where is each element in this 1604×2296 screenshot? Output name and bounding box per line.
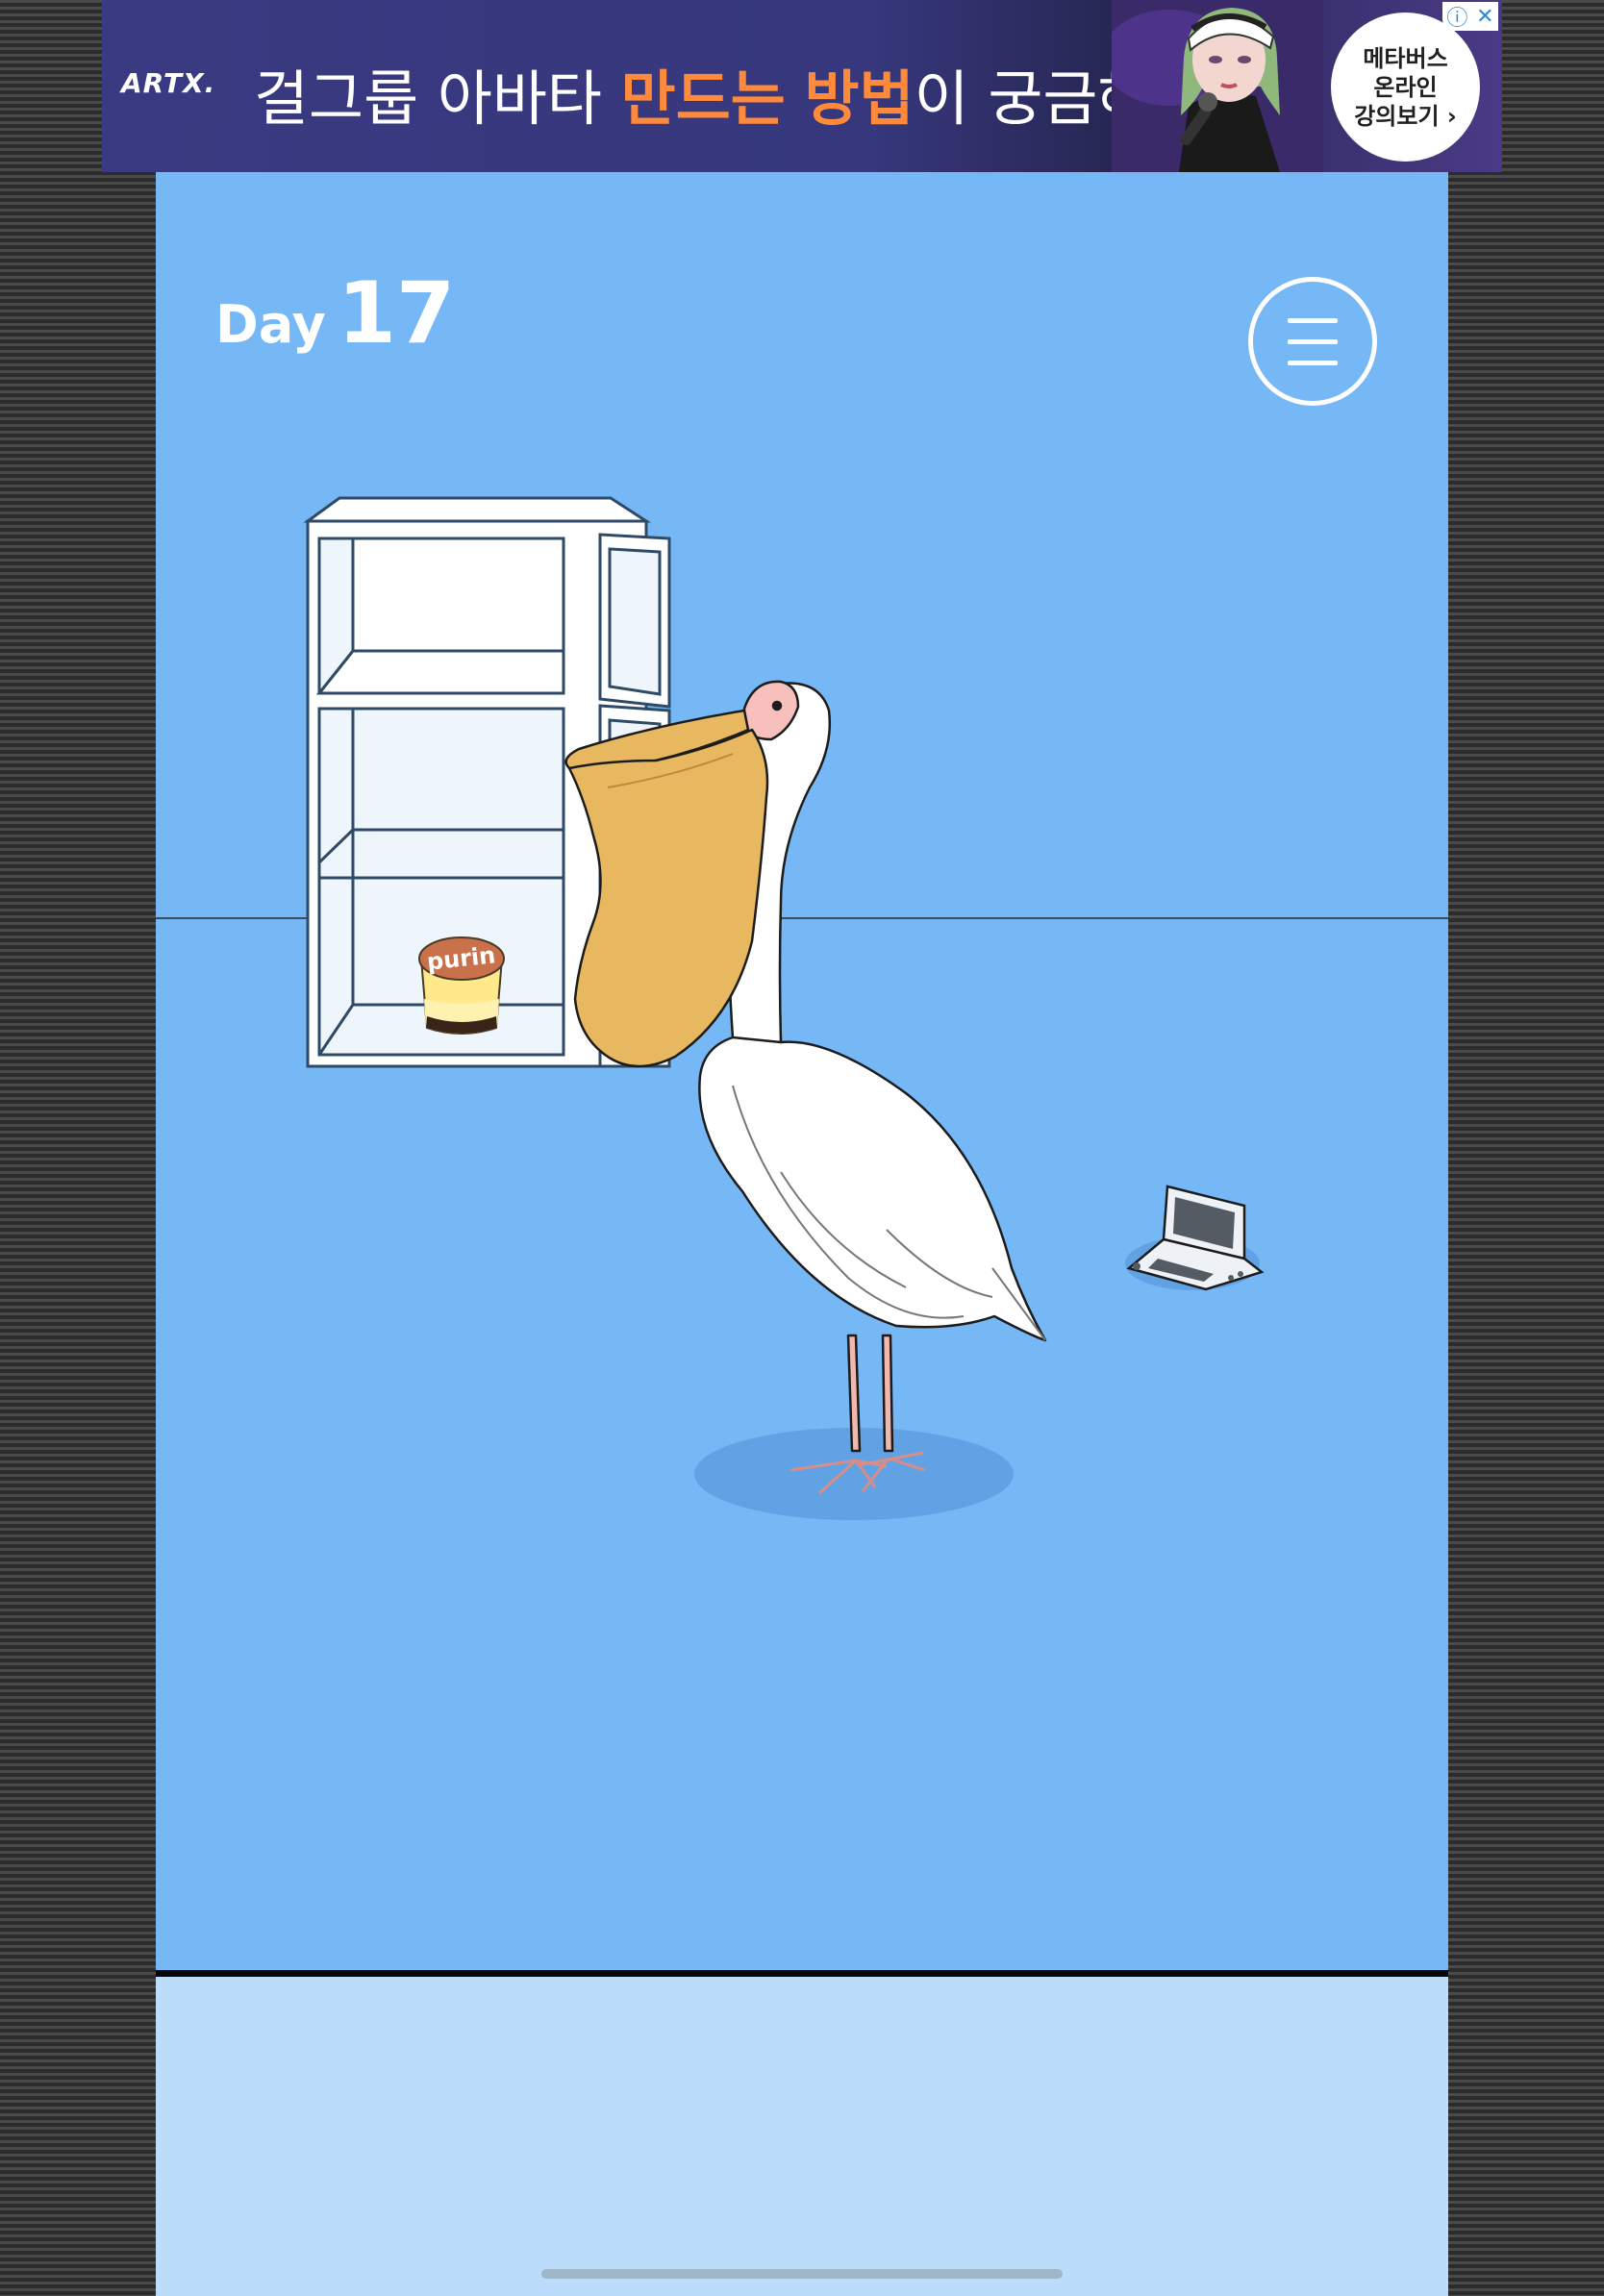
home-indicator[interactable] bbox=[541, 2269, 1063, 2279]
ad-cta-line-1: 메타버스 bbox=[1363, 44, 1448, 72]
hamburger-line-middle bbox=[1288, 339, 1338, 344]
ad-headline-highlight-2: 방법 bbox=[804, 63, 915, 134]
ad-singer-illustration bbox=[1112, 0, 1323, 172]
ad-choices[interactable]: ⓘ ✕ bbox=[1442, 2, 1498, 31]
day-word: Day bbox=[215, 294, 326, 355]
pelican[interactable] bbox=[564, 680, 1047, 1495]
handheld-game-console[interactable] bbox=[1125, 1185, 1265, 1291]
ad-headline-space bbox=[786, 63, 805, 134]
scene-illustration: purin bbox=[303, 496, 1265, 1520]
purin-pudding[interactable]: purin bbox=[418, 936, 505, 1035]
ad-cta-button[interactable]: 메타버스 온라인 강의보기 › bbox=[1331, 12, 1480, 162]
info-icon[interactable]: ⓘ bbox=[1446, 1, 1467, 32]
game-scene[interactable]: purin Day 17 bbox=[156, 172, 1448, 1970]
bottom-panel bbox=[156, 1977, 1448, 2296]
scene-bottom-divider bbox=[156, 1970, 1448, 1977]
ad-brand-logo: ARTX. bbox=[121, 67, 216, 99]
ad-banner[interactable]: ARTX. 걸그룹 아바타 만드는 방법이 궁금해? 메타버스 온라인 강의보기… bbox=[102, 0, 1502, 172]
menu-button[interactable] bbox=[1248, 277, 1377, 406]
day-counter: Day 17 bbox=[215, 263, 455, 362]
ad-headline-prefix: 걸그룹 아바타 bbox=[254, 63, 621, 134]
day-number: 17 bbox=[337, 263, 456, 362]
ad-cta-line-3: 강의보기 › bbox=[1354, 102, 1457, 130]
close-icon[interactable]: ✕ bbox=[1476, 4, 1493, 29]
hamburger-line-top bbox=[1288, 318, 1338, 323]
ad-cta-line-2: 온라인 bbox=[1373, 73, 1438, 101]
ad-headline-highlight-1: 만드는 bbox=[620, 63, 786, 134]
ad-headline[interactable]: 걸그룹 아바타 만드는 방법이 궁금해? bbox=[254, 50, 1184, 137]
hamburger-line-bottom bbox=[1288, 361, 1338, 365]
